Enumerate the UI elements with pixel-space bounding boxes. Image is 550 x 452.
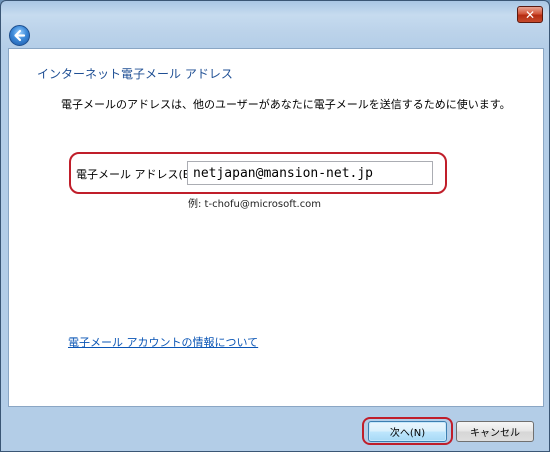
back-arrow-icon [14,29,26,42]
email-example-text: 例: t-chofu@microsoft.com [188,199,322,210]
email-field-highlight: 電子メール アドレス(E): [69,152,447,194]
close-icon: ✕ [524,7,536,22]
email-field-label: 電子メール アドレス(E): [76,168,198,181]
next-button[interactable]: 次へ(N) [368,421,447,442]
cancel-button[interactable]: キャンセル [456,421,534,442]
back-button[interactable] [9,25,30,46]
wizard-content-panel: インターネット電子メール アドレス 電子メールのアドレスは、他のユーザーがあなた… [8,48,544,407]
close-button[interactable]: ✕ [517,6,543,23]
wizard-window: ✕ インターネット電子メール アドレス 電子メールのアドレスは、他のユーザーがあ… [0,0,550,452]
page-title: インターネット電子メール アドレス [37,67,233,81]
page-description: 電子メールのアドレスは、他のユーザーがあなたに電子メールを送信するために使います… [61,98,511,111]
email-account-info-link[interactable]: 電子メール アカウントの情報について [68,334,258,350]
email-field[interactable] [187,161,433,185]
